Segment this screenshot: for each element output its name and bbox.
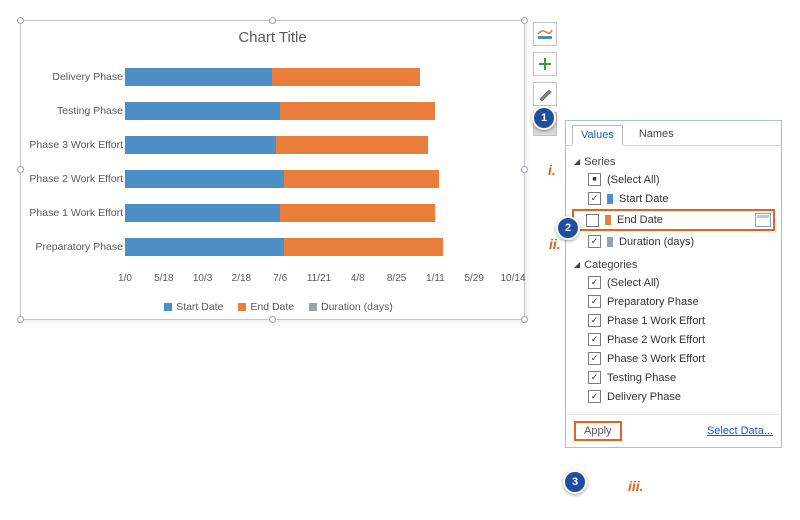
y-tick-label: Preparatory Phase xyxy=(27,235,123,259)
callout-label-iii: iii. xyxy=(628,478,644,494)
checkbox[interactable] xyxy=(588,235,601,248)
group-header-categories[interactable]: Categories xyxy=(574,259,773,271)
series-item-start-date[interactable]: Start Date xyxy=(574,189,773,208)
plus-icon xyxy=(538,57,552,71)
checkbox[interactable] xyxy=(588,352,601,365)
x-tick-label: 1/11 xyxy=(426,273,445,284)
callout-label-i: i. xyxy=(548,162,556,178)
y-tick-label: Testing Phase xyxy=(27,99,123,123)
tab-values[interactable]: Values xyxy=(572,125,623,146)
chart-container[interactable]: Chart Title Delivery Phase Testing Phase… xyxy=(20,20,525,320)
y-tick-label: Phase 1 Work Effort xyxy=(27,201,123,225)
item-label: Duration (days) xyxy=(619,236,694,248)
y-tick-label: Phase 2 Work Effort xyxy=(27,167,123,191)
series-item-end-date[interactable]: End Date xyxy=(572,209,775,231)
chart-legend[interactable]: Start Date End Date Duration (days) xyxy=(21,301,524,313)
y-tick-label: Delivery Phase xyxy=(27,65,123,89)
tab-names[interactable]: Names xyxy=(631,125,682,146)
category-item[interactable]: Phase 3 Work Effort xyxy=(574,349,773,368)
date-range-icon[interactable] xyxy=(755,213,771,227)
x-tick-label: 7/6 xyxy=(273,273,287,284)
chart-elements-button[interactable] xyxy=(533,22,557,46)
item-label: Phase 3 Work Effort xyxy=(607,353,705,365)
checkbox[interactable] xyxy=(588,276,601,289)
checkbox[interactable] xyxy=(586,214,599,227)
item-label: Phase 1 Work Effort xyxy=(607,315,705,327)
item-label: Delivery Phase xyxy=(607,391,681,403)
callout-label-ii: ii. xyxy=(549,236,561,252)
series-color-icon xyxy=(607,237,613,247)
x-tick-label: 8/25 xyxy=(387,273,406,284)
checkbox[interactable] xyxy=(588,390,601,403)
plot-area[interactable] xyxy=(125,61,513,271)
category-item-select-all[interactable]: (Select All) xyxy=(574,273,773,292)
legend-label: Start Date xyxy=(176,301,223,313)
item-label: End Date xyxy=(617,214,663,226)
x-tick-label: 11/21 xyxy=(307,273,331,284)
legend-swatch-gray xyxy=(309,303,317,311)
select-data-link[interactable]: Select Data... xyxy=(707,425,773,437)
series-item-duration[interactable]: Duration (days) xyxy=(574,232,773,251)
item-label: (Select All) xyxy=(607,277,660,289)
category-item[interactable]: Delivery Phase xyxy=(574,387,773,406)
item-label: Testing Phase xyxy=(607,372,676,384)
x-tick-label: 10/14 xyxy=(500,273,525,284)
chart-glyph-icon xyxy=(537,28,553,40)
group-header-series[interactable]: Series xyxy=(574,156,773,168)
y-tick-label: Phase 3 Work Effort xyxy=(27,133,123,157)
category-item[interactable]: Preparatory Phase xyxy=(574,292,773,311)
series-color-icon xyxy=(607,194,613,204)
x-tick-label: 1/0 xyxy=(118,273,132,284)
chart-color-button[interactable] xyxy=(533,82,557,106)
chart-styles-button[interactable] xyxy=(533,52,557,76)
x-tick-label: 10/3 xyxy=(193,273,212,284)
series-color-icon xyxy=(605,215,611,225)
chart-title[interactable]: Chart Title xyxy=(21,21,524,46)
legend-label: Duration (days) xyxy=(321,301,393,313)
x-tick-label: 4/8 xyxy=(351,273,365,284)
checkbox[interactable] xyxy=(588,371,601,384)
category-item[interactable]: Phase 2 Work Effort xyxy=(574,330,773,349)
item-label: Preparatory Phase xyxy=(607,296,699,308)
checkbox[interactable] xyxy=(588,295,601,308)
item-label: (Select All) xyxy=(607,174,660,186)
item-label: Start Date xyxy=(619,193,669,205)
checkbox-indeterminate[interactable] xyxy=(588,173,601,186)
chart-filter-panel: Values Names Series (Select All) Start D… xyxy=(565,120,782,448)
checkbox[interactable] xyxy=(588,192,601,205)
series-item-select-all[interactable]: (Select All) xyxy=(574,170,773,189)
item-label: Phase 2 Work Effort xyxy=(607,334,705,346)
checkbox[interactable] xyxy=(588,333,601,346)
category-item[interactable]: Testing Phase xyxy=(574,368,773,387)
legend-swatch-orange xyxy=(238,303,246,311)
legend-swatch-blue xyxy=(164,303,172,311)
callout-number-1: 1 xyxy=(532,106,556,130)
x-tick-label: 2/18 xyxy=(232,273,251,284)
x-tick-label: 5/29 xyxy=(464,273,483,284)
apply-button[interactable]: Apply xyxy=(574,421,622,441)
x-tick-label: 5/18 xyxy=(154,273,173,284)
checkbox[interactable] xyxy=(588,314,601,327)
category-item[interactable]: Phase 1 Work Effort xyxy=(574,311,773,330)
legend-label: End Date xyxy=(250,301,294,313)
paintbrush-icon xyxy=(538,87,552,101)
x-axis: 1/0 5/18 10/3 2/18 7/6 11/21 4/8 8/25 1/… xyxy=(125,273,513,291)
callout-number-3: 3 xyxy=(563,470,587,494)
